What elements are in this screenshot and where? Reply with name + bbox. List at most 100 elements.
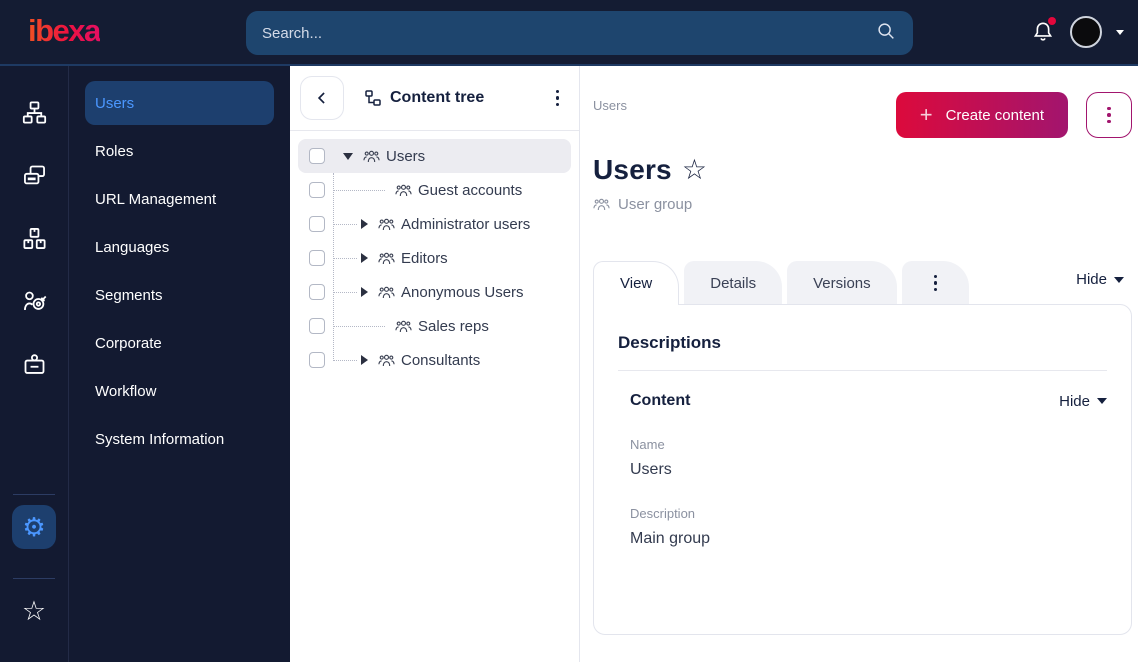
sidebar-item-label: Users: [95, 94, 135, 112]
expand-caret-icon[interactable]: [361, 287, 368, 297]
content-tree-panel: Content tree Users Guest accounts Admini…: [290, 66, 580, 662]
bell-icon[interactable]: [1030, 17, 1056, 45]
settings-menu: Users Roles URL Management Languages Seg…: [69, 66, 290, 662]
tree-connector: [333, 359, 357, 361]
star-icon[interactable]: ☆: [12, 589, 56, 633]
sidebar-item-roles[interactable]: Roles: [85, 129, 274, 173]
kebab-icon: [928, 269, 944, 298]
tree-item-sales-reps[interactable]: Sales reps: [298, 309, 571, 343]
hide-group-toggle[interactable]: Hide: [1059, 393, 1107, 410]
search-input[interactable]: [262, 24, 875, 42]
tab-more[interactable]: [901, 261, 970, 305]
sidebar-item-label: System Information: [95, 430, 225, 448]
header-actions: + Create content: [895, 92, 1132, 138]
user-group-icon: [378, 252, 395, 264]
tree-item-checkbox[interactable]: [309, 284, 325, 300]
expand-caret-icon[interactable]: [361, 355, 368, 365]
content-tree-header: Content tree: [290, 66, 579, 131]
user-group-icon: [378, 354, 395, 366]
topbar-actions: [1030, 0, 1124, 64]
user-group-icon: [395, 320, 412, 332]
create-content-label: Create content: [945, 106, 1044, 124]
tree-item-anonymous-users[interactable]: Anonymous Users: [298, 275, 571, 309]
kebab-icon: [1101, 101, 1117, 130]
expand-caret-icon[interactable]: [361, 219, 368, 229]
gear-icon[interactable]: ⚙: [12, 505, 56, 549]
user-group-icon: [378, 218, 395, 230]
star-glyph: ☆: [21, 595, 47, 626]
product-boxes-icon[interactable]: [12, 216, 56, 260]
tree-item-checkbox[interactable]: [309, 352, 325, 368]
sidebar-item-users[interactable]: Users: [85, 81, 274, 125]
tab-details[interactable]: Details: [684, 261, 783, 305]
tree-item-users[interactable]: Users: [298, 139, 571, 173]
tree-item-guest-accounts[interactable]: Guest accounts: [298, 173, 571, 207]
content-group-title: Content: [630, 392, 691, 409]
tab-versions[interactable]: Versions: [787, 261, 897, 305]
sidebar-item-url-management[interactable]: URL Management: [85, 177, 274, 221]
page-title: Users: [593, 154, 672, 185]
tree-item-label: Administrator users: [401, 215, 531, 233]
sidebar-item-label: URL Management: [95, 190, 217, 208]
divider: [618, 370, 1107, 371]
tree-item-administrator-users[interactable]: Administrator users: [298, 207, 571, 241]
user-group-icon: [593, 198, 610, 210]
id-badge-icon[interactable]: [12, 342, 56, 386]
content-tree-title: Content tree: [364, 89, 484, 107]
content-tree-list: Users Guest accounts Administrator users: [290, 131, 579, 377]
app-shell: ⚙ ☆ Users Roles URL Management Languages…: [0, 66, 1138, 662]
content-cards-icon[interactable]: [12, 153, 56, 197]
create-content-button[interactable]: + Create content: [895, 92, 1068, 138]
tree-item-checkbox[interactable]: [309, 182, 325, 198]
sidebar-item-corporate[interactable]: Corporate: [85, 321, 274, 365]
field-label-description: Description: [630, 506, 696, 521]
tab-label: Versions: [813, 274, 871, 292]
content-field-group: Content Hide Name Users Description Main…: [618, 392, 1107, 548]
tree-item-checkbox[interactable]: [309, 250, 325, 266]
user-group-icon: [395, 184, 412, 196]
sitemap-icon[interactable]: [12, 90, 56, 134]
ibexa-logo[interactable]: ibexa: [28, 13, 101, 49]
tree-connector: [333, 325, 385, 327]
tree-item-checkbox[interactable]: [309, 216, 325, 232]
page-options-button[interactable]: [1086, 92, 1132, 138]
sidebar-item-system-information[interactable]: System Information: [85, 417, 274, 461]
hide-label: Hide: [1076, 271, 1107, 288]
divider: [13, 578, 55, 579]
collapse-tree-button[interactable]: [300, 76, 344, 120]
plus-icon: +: [919, 102, 933, 127]
breadcrumb[interactable]: Users: [593, 98, 627, 113]
expand-caret-icon[interactable]: [361, 253, 368, 263]
tree-item-label: Sales reps: [418, 317, 489, 335]
tree-connector: [333, 291, 357, 293]
personalization-target-icon[interactable]: [12, 279, 56, 323]
divider: [13, 494, 55, 495]
collapse-caret-icon[interactable]: [343, 152, 353, 160]
tree-item-consultants[interactable]: Consultants: [298, 343, 571, 377]
sidebar-item-languages[interactable]: Languages: [85, 225, 274, 269]
tabs-row: View Details Versions Hide: [593, 261, 1132, 305]
magnifier-icon[interactable]: [875, 20, 897, 47]
content-tree-label: Content tree: [390, 89, 485, 106]
tab-view[interactable]: View: [593, 261, 680, 305]
tree-item-editors[interactable]: Editors: [298, 241, 571, 275]
avatar[interactable]: [1070, 16, 1102, 48]
user-menu-caret-icon[interactable]: [1116, 29, 1124, 35]
global-search[interactable]: [246, 11, 913, 55]
tab-label: Details: [710, 274, 757, 292]
tree-item-checkbox[interactable]: [309, 148, 325, 164]
favorite-star-icon[interactable]: ☆: [682, 156, 707, 184]
hide-panel-toggle[interactable]: Hide: [1076, 271, 1124, 288]
sidebar-item-segments[interactable]: Segments: [85, 273, 274, 317]
tree-connector: [333, 223, 357, 225]
sidebar-item-workflow[interactable]: Workflow: [85, 369, 274, 413]
tree-options-kebab-icon[interactable]: [550, 84, 566, 113]
rail-bottom: ⚙ ☆: [0, 484, 68, 652]
tree-connector: [333, 257, 357, 259]
chevron-down-icon: [1114, 276, 1124, 283]
field-value-description: Main group: [630, 530, 711, 547]
content-group-header: Content Hide: [630, 392, 1107, 410]
tree-item-checkbox[interactable]: [309, 318, 325, 334]
main-content: Users + Create content Users ☆ User grou…: [580, 66, 1138, 662]
content-type-row: User group: [593, 196, 1132, 213]
